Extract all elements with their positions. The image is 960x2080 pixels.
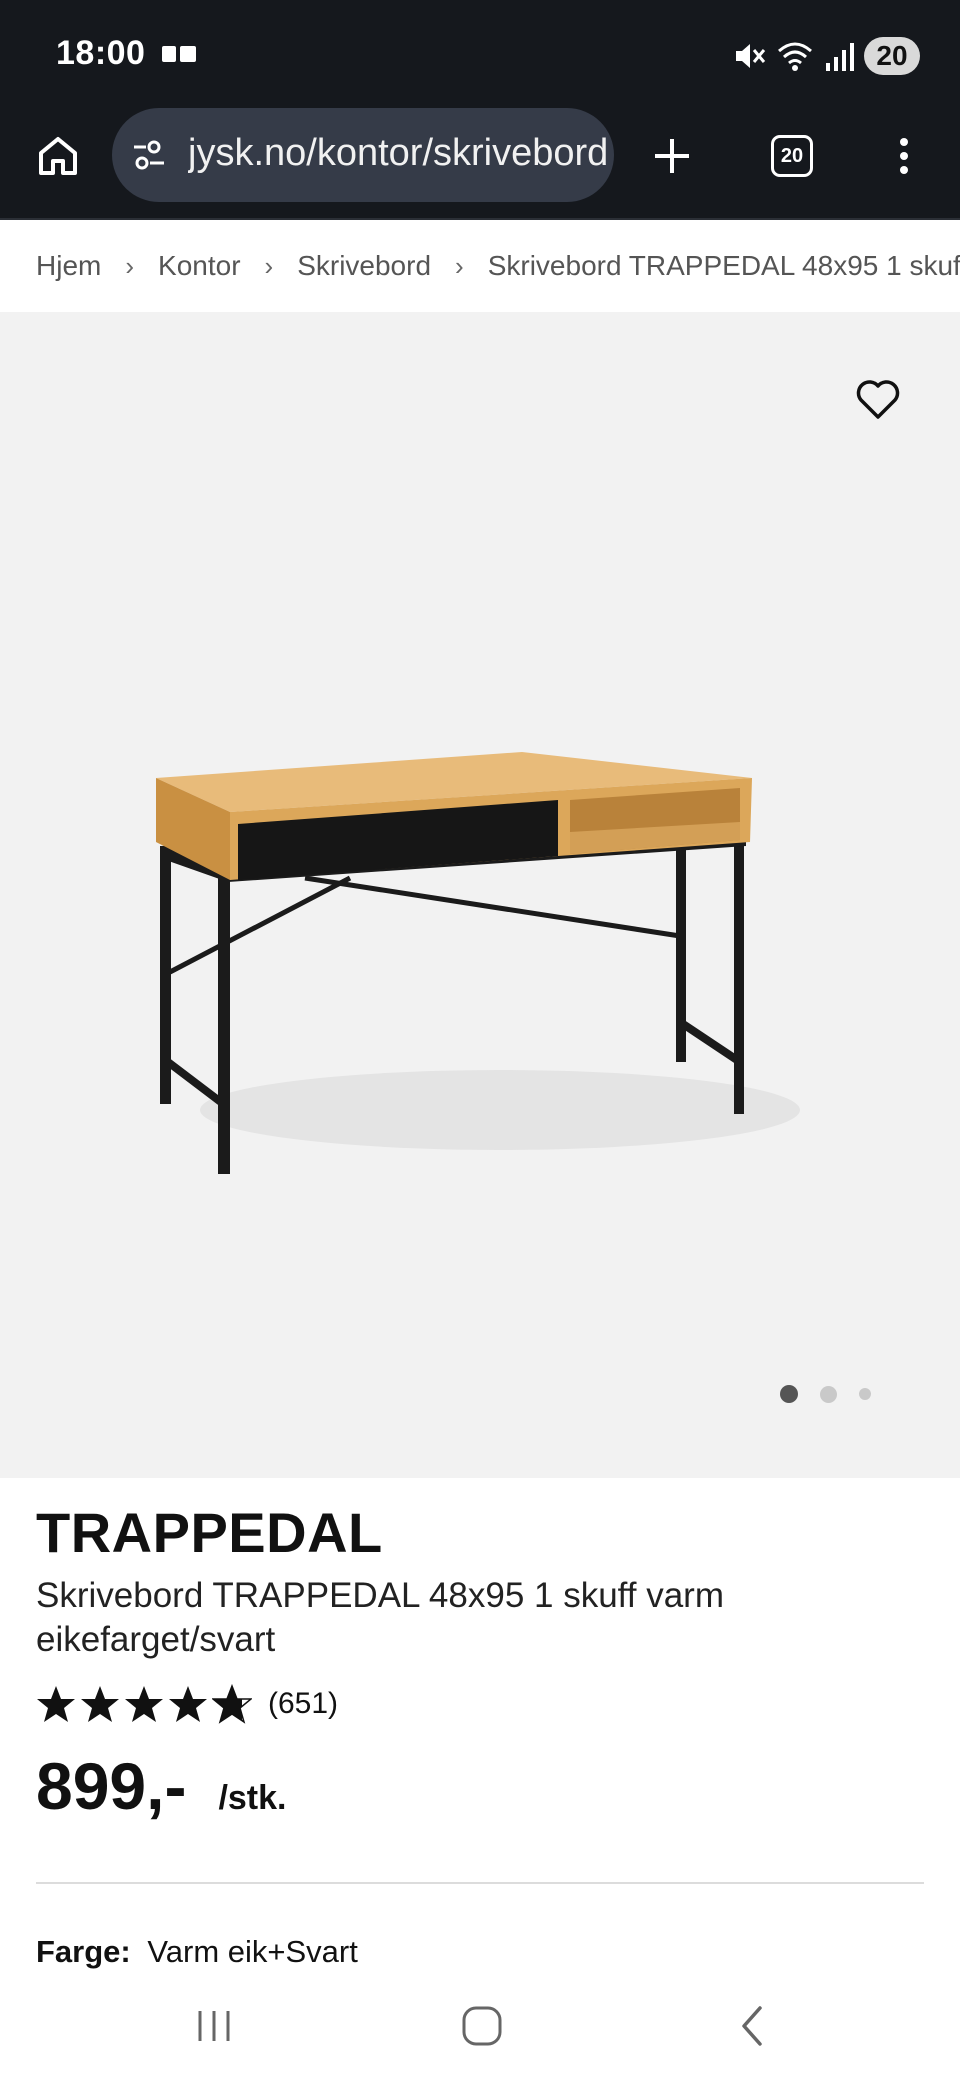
product-brand: TRAPPEDAL bbox=[36, 1501, 383, 1564]
url-bar[interactable]: jysk.no/kontor/skrivebord bbox=[112, 108, 614, 202]
product-rating[interactable]: (651) bbox=[36, 1682, 338, 1726]
home-icon bbox=[39, 137, 77, 175]
rating-stars bbox=[36, 1684, 252, 1724]
system-navigation-bar bbox=[0, 1972, 960, 2080]
chevron-right-icon: › bbox=[455, 250, 464, 281]
pagination-dot[interactable] bbox=[820, 1385, 837, 1403]
product-image-gallery[interactable] bbox=[0, 312, 960, 1478]
chevron-right-icon: › bbox=[264, 250, 274, 281]
battery-indicator: 20 bbox=[864, 37, 920, 75]
browser-toolbar: jysk.no/kontor/skrivebord 20 bbox=[0, 104, 960, 220]
tabs-button[interactable]: 20 bbox=[764, 128, 820, 184]
breadcrumb: Hjem › Kontor › Skrivebord › Skrivebord … bbox=[0, 222, 960, 310]
back-icon bbox=[742, 2006, 762, 2046]
breadcrumb-kontor[interactable]: Kontor bbox=[158, 250, 241, 282]
recent-apps-icon bbox=[198, 2011, 230, 2041]
gallery-pagination bbox=[780, 1384, 871, 1404]
more-menu-button[interactable] bbox=[876, 128, 932, 184]
product-price: 899,- bbox=[36, 1749, 187, 1823]
price-row: 899,- /stk. bbox=[36, 1748, 286, 1824]
star-icon bbox=[125, 1686, 163, 1722]
favorite-button[interactable] bbox=[852, 374, 904, 426]
breadcrumb-current: Skrivebord TRAPPEDAL 48x95 1 skuff varm … bbox=[487, 250, 960, 281]
url-text[interactable]: jysk.no/kontor/skrivebord bbox=[188, 132, 608, 175]
product-name: Skrivebord TRAPPEDAL 48x95 1 skuff varm … bbox=[36, 1576, 724, 1659]
recent-apps-button[interactable] bbox=[182, 1996, 246, 2056]
mute-icon bbox=[736, 44, 766, 68]
signal-icon bbox=[826, 43, 854, 71]
home-circle-icon bbox=[462, 2006, 502, 2046]
divider bbox=[36, 1882, 924, 1884]
home-nav-button[interactable] bbox=[450, 1996, 514, 2056]
notification-icon bbox=[162, 46, 196, 62]
status-time: 18:00 bbox=[56, 34, 146, 72]
wifi-icon bbox=[778, 42, 812, 71]
color-value: Varm eik+Svart bbox=[147, 1934, 358, 1969]
star-icon bbox=[169, 1686, 207, 1722]
pagination-dot[interactable] bbox=[780, 1385, 798, 1403]
pagination-dot[interactable] bbox=[859, 1388, 871, 1400]
plus-icon bbox=[655, 139, 689, 173]
breadcrumb-skrivebord[interactable]: Skrivebord bbox=[297, 250, 431, 282]
tabs-icon: 20 bbox=[771, 135, 813, 177]
color-selector[interactable]: Farge: Varm eik+Svart bbox=[36, 1934, 358, 1970]
star-half-icon bbox=[212, 1684, 252, 1724]
new-tab-button[interactable] bbox=[644, 128, 700, 184]
chevron-right-icon: › bbox=[125, 250, 135, 281]
site-settings-icon[interactable] bbox=[130, 136, 168, 174]
back-button[interactable] bbox=[720, 1996, 784, 2056]
star-icon bbox=[81, 1686, 119, 1722]
browser-home-button[interactable] bbox=[30, 128, 86, 184]
status-bar: 18:00 20 bbox=[0, 0, 960, 104]
heart-icon bbox=[856, 380, 900, 419]
product-image bbox=[156, 752, 800, 1174]
star-icon bbox=[37, 1686, 75, 1722]
more-icon bbox=[900, 138, 908, 146]
status-icons: 20 bbox=[732, 36, 920, 76]
review-count[interactable]: (651) bbox=[268, 1687, 338, 1721]
price-unit: /stk. bbox=[218, 1779, 287, 1817]
breadcrumb-home[interactable]: Hjem bbox=[36, 250, 101, 282]
color-label: Farge: bbox=[36, 1934, 131, 1969]
